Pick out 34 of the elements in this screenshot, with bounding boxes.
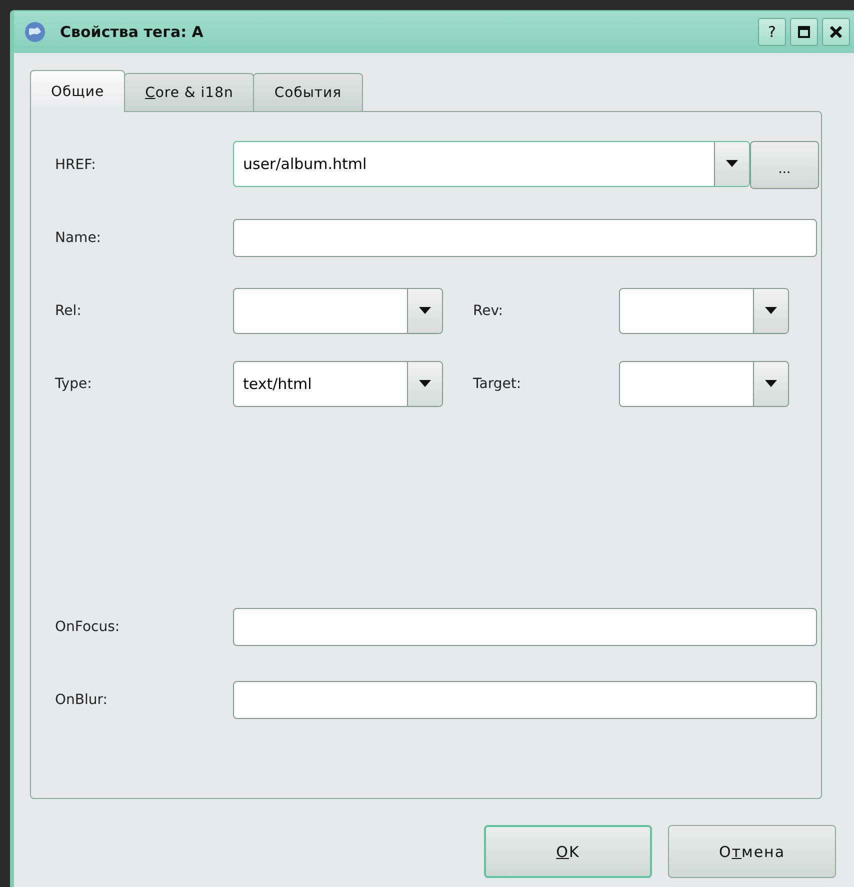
globe-icon [24, 21, 46, 43]
tab[interactable]: События [253, 73, 363, 111]
close-icon [830, 26, 842, 38]
input-field[interactable] [233, 219, 817, 257]
field-label: Target: [472, 376, 522, 392]
dropdown-arrow-icon [726, 160, 738, 168]
dropdown-arrow-icon [419, 307, 431, 315]
field-label: OnBlur: [55, 692, 108, 708]
dropdown-arrow-icon [419, 380, 431, 388]
input-field[interactable] [233, 681, 817, 719]
maximize-icon [798, 26, 810, 38]
field-label: Rel: [55, 303, 82, 319]
rev-combobox[interactable] [619, 288, 789, 334]
rel-combobox[interactable] [233, 288, 443, 334]
tab[interactable]: Общие [30, 70, 126, 112]
field-label: OnFocus: [55, 619, 121, 635]
field-label: HREF: [55, 157, 97, 173]
dialog-button[interactable]: Отмена [668, 825, 836, 878]
dialog-button[interactable]: O K [484, 825, 652, 878]
dropdown-arrow-icon [765, 307, 777, 315]
browse-button[interactable]: ... [750, 141, 819, 189]
type-combobox[interactable]: text/html [233, 361, 443, 407]
field-label: Type: [55, 376, 93, 392]
dropdown-arrow-icon [765, 380, 777, 388]
maximize-button[interactable] [790, 18, 818, 46]
close-button[interactable] [822, 18, 850, 46]
target-combobox[interactable] [619, 361, 789, 407]
help-button[interactable]: ? [758, 18, 786, 46]
field-label: Rev: [472, 303, 504, 319]
field-label: Name: [55, 230, 102, 246]
window-title: Свойства тега: A [60, 23, 204, 41]
tab[interactable]: Core & i18n [124, 73, 254, 111]
href-combobox[interactable]: user/album.html [233, 141, 750, 187]
input-field[interactable] [233, 608, 817, 646]
